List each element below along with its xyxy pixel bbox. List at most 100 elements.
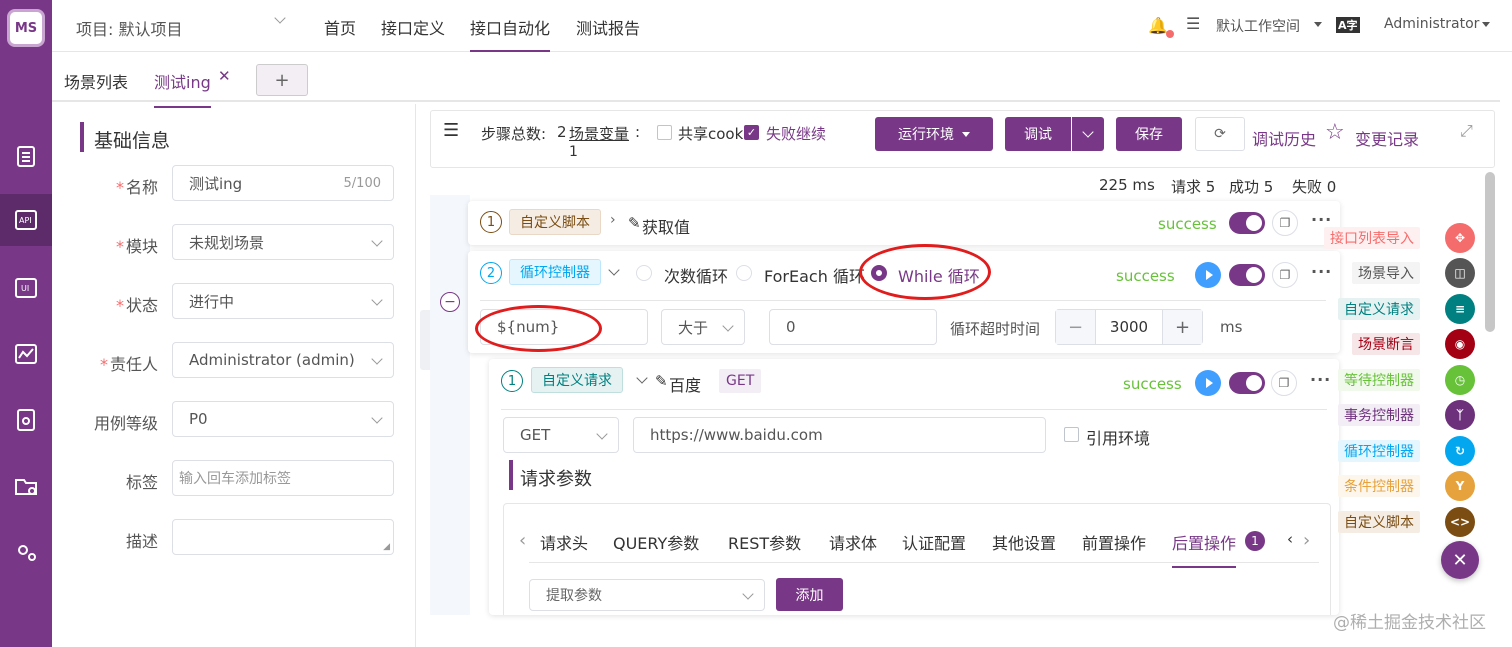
- tabs-next-icon[interactable]: ›: [1303, 530, 1310, 551]
- star-icon[interactable]: ☆: [1325, 120, 1345, 145]
- more-icon[interactable]: ···: [1311, 262, 1332, 281]
- api-import-icon[interactable]: ✥: [1445, 223, 1475, 253]
- status-select[interactable]: 进行中: [172, 283, 394, 319]
- workspace-selector[interactable]: 默认工作空间: [1216, 16, 1300, 36]
- sidebar-performance-icon[interactable]: [0, 328, 52, 380]
- tab-body[interactable]: 请求体: [829, 530, 877, 554]
- level-select[interactable]: P0: [172, 401, 394, 437]
- sidebar-settings-icon[interactable]: [0, 526, 52, 578]
- right-tag-wait-controller[interactable]: 等待控制器: [1338, 369, 1420, 391]
- copy-icon[interactable]: ❐: [1272, 262, 1298, 288]
- project-selector[interactable]: 项目: 默认项目: [76, 16, 182, 40]
- right-tag-api-import[interactable]: 接口列表导入: [1324, 227, 1420, 249]
- add-tab-button[interactable]: +: [256, 64, 308, 96]
- radio-foreach-loop[interactable]: [736, 265, 752, 281]
- extract-params-select[interactable]: 提取参数: [529, 579, 765, 611]
- tab-auth[interactable]: 认证配置: [902, 530, 966, 554]
- right-tag-custom-script[interactable]: 自定义脚本: [1338, 511, 1420, 533]
- scene-import-icon[interactable]: ◫: [1445, 258, 1475, 288]
- bell-icon[interactable]: 🔔: [1148, 16, 1168, 35]
- run-environment-button[interactable]: 运行环境: [875, 117, 993, 151]
- debug-button[interactable]: 调试: [1005, 117, 1071, 151]
- step-enable-toggle[interactable]: [1229, 212, 1265, 234]
- name-input[interactable]: 测试ing 5/100: [172, 165, 394, 201]
- fullscreen-icon[interactable]: ⤢: [1460, 121, 1473, 141]
- custom-request-icon[interactable]: ≡: [1445, 294, 1475, 324]
- copy-icon[interactable]: ❐: [1272, 210, 1298, 236]
- edit-icon[interactable]: ✎: [628, 214, 641, 232]
- right-tag-loop-controller[interactable]: 循环控制器: [1338, 440, 1420, 462]
- owner-select[interactable]: Administrator (admin): [172, 342, 394, 378]
- right-tag-scene-assertion[interactable]: 场景断言: [1352, 333, 1420, 355]
- save-button[interactable]: 保存: [1116, 117, 1182, 151]
- refresh-button[interactable]: ⟳: [1195, 117, 1245, 151]
- copy-icon[interactable]: ❐: [1271, 370, 1297, 396]
- timeout-stepper[interactable]: − 3000 +: [1055, 309, 1203, 345]
- tab-other-settings[interactable]: 其他设置: [992, 530, 1056, 554]
- scene-assertion-icon[interactable]: ◉: [1445, 329, 1475, 359]
- nav-test-report[interactable]: 测试报告: [576, 15, 640, 39]
- radio-count-loop[interactable]: [636, 265, 652, 281]
- sidebar-track-icon[interactable]: [0, 130, 52, 182]
- close-tab-icon[interactable]: ✕: [218, 67, 231, 85]
- code-icon[interactable]: <>: [1445, 507, 1475, 537]
- chevron-down-icon[interactable]: [608, 264, 620, 276]
- request-enable-toggle[interactable]: [1229, 372, 1265, 394]
- description-textarea[interactable]: ◢: [172, 519, 394, 555]
- right-tag-condition-controller[interactable]: 条件控制器: [1338, 475, 1420, 497]
- edit-icon[interactable]: ✎: [655, 372, 668, 390]
- tab-overflow-fragment[interactable]: ‹: [1287, 530, 1297, 548]
- foreach-loop-label[interactable]: ForEach 循环: [764, 263, 864, 287]
- tabs-prev-icon[interactable]: ‹: [519, 530, 526, 551]
- app-logo[interactable]: MS: [7, 9, 45, 47]
- more-icon[interactable]: ···: [1310, 370, 1331, 389]
- run-request-icon[interactable]: [1195, 370, 1221, 396]
- fail-continue-checkbox[interactable]: ✓: [744, 125, 759, 140]
- nested-request-card[interactable]: 1 自定义请求 ✎ 百度 GET success ❐ ··· GET https…: [489, 359, 1339, 615]
- loop-icon[interactable]: ↻: [1445, 436, 1475, 466]
- step-enable-toggle[interactable]: [1229, 264, 1265, 286]
- right-tag-scene-import[interactable]: 场景导入: [1352, 262, 1420, 284]
- collapse-step-icon[interactable]: −: [440, 292, 460, 312]
- sidebar-report-icon[interactable]: [0, 394, 52, 446]
- chevron-right-icon[interactable]: ›: [610, 212, 616, 228]
- nav-api-automation[interactable]: 接口自动化: [470, 15, 551, 52]
- increment-button[interactable]: +: [1162, 310, 1202, 344]
- user-caret-icon[interactable]: [1482, 22, 1490, 27]
- tags-input[interactable]: 输入回车添加标签: [172, 460, 394, 496]
- scrollbar[interactable]: [1485, 172, 1495, 332]
- run-step-icon[interactable]: [1195, 262, 1221, 288]
- while-operator-select[interactable]: 大于: [661, 309, 745, 345]
- clock-icon[interactable]: ◷: [1445, 365, 1475, 395]
- user-menu[interactable]: Administrator: [1384, 16, 1479, 32]
- condition-icon[interactable]: Y: [1445, 471, 1475, 501]
- scene-variables-link[interactable]: 场景变量: [569, 123, 629, 144]
- menu-icon[interactable]: ☰: [443, 120, 459, 141]
- transaction-icon[interactable]: ᛉ: [1445, 400, 1475, 430]
- sidebar-project-icon[interactable]: [0, 460, 52, 512]
- timeout-value[interactable]: 3000: [1096, 310, 1162, 344]
- tab-post-processor[interactable]: 后置操作: [1172, 530, 1237, 568]
- decrement-button[interactable]: −: [1056, 310, 1096, 344]
- collapse-handle[interactable]: [420, 310, 430, 370]
- sidebar-ui-icon[interactable]: UI: [0, 262, 52, 314]
- tab-pre-processor[interactable]: 前置操作: [1082, 530, 1146, 554]
- share-cookie-checkbox[interactable]: [657, 125, 672, 140]
- tab-scenario-list[interactable]: 场景列表: [64, 69, 128, 93]
- module-select[interactable]: 未规划场景: [172, 224, 394, 260]
- while-value-input[interactable]: 0: [769, 309, 937, 345]
- nav-api-definition[interactable]: 接口定义: [381, 15, 445, 39]
- changelog-link[interactable]: 变更记录: [1355, 126, 1419, 150]
- tab-current-scenario[interactable]: 测试ing: [154, 69, 211, 108]
- url-input[interactable]: https://www.baidu.com: [633, 417, 1046, 453]
- tab-query-params[interactable]: QUERY参数: [613, 530, 699, 554]
- close-panel-icon[interactable]: ✕: [1441, 541, 1479, 579]
- chevron-down-icon[interactable]: [636, 372, 648, 384]
- project-chevron-icon[interactable]: [274, 12, 286, 24]
- count-loop-label[interactable]: 次数循环: [664, 263, 728, 287]
- resize-handle-icon[interactable]: ◢: [383, 542, 390, 552]
- workspace-caret-icon[interactable]: [1314, 22, 1322, 27]
- debug-history-link[interactable]: 调试历史: [1252, 126, 1316, 150]
- tab-rest-params[interactable]: REST参数: [728, 530, 801, 554]
- right-tag-transaction-controller[interactable]: 事务控制器: [1338, 404, 1420, 426]
